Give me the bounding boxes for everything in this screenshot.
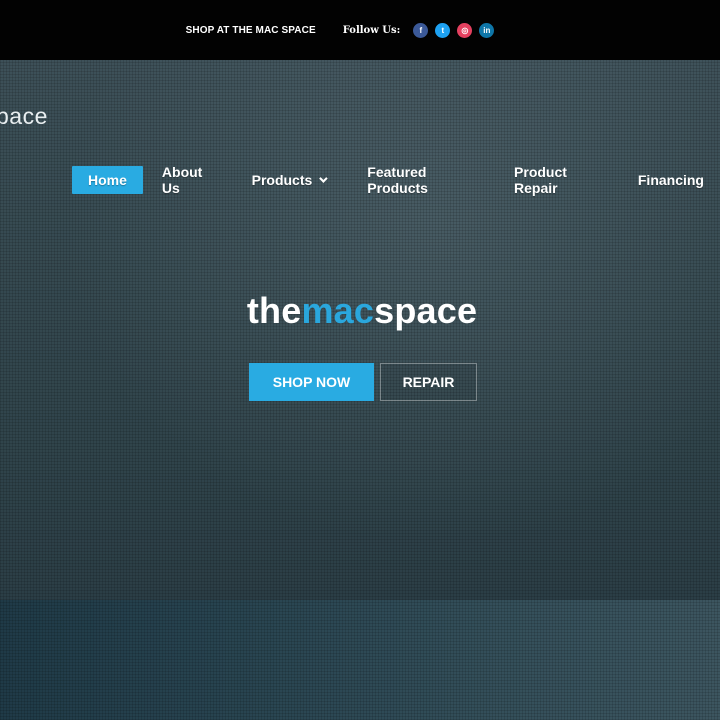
hero-buttons: SHOP NOW REPAIR [249,363,477,401]
hero-brand-title: themacspace [0,290,720,332]
repair-button[interactable]: REPAIR [380,363,477,401]
site-logo[interactable]: pace [0,103,48,130]
nav-product-repair[interactable]: Product Repair [498,164,620,196]
nav-about-us[interactable]: About Us [146,164,234,196]
linkedin-icon[interactable]: in [479,22,495,38]
facebook-icon[interactable]: f [413,22,429,38]
brand-part-the: the [246,290,302,331]
nav-products[interactable]: Products [236,166,342,194]
follow-label: Follow Us: [342,24,401,36]
twitter-icon[interactable]: t [435,22,451,38]
follow-us: Follow Us: f t ◎ in [342,22,495,38]
hero-bottom-band [0,600,720,720]
nav-financing[interactable]: Financing [622,166,720,194]
top-bar: SHOP AT THE MAC SPACE Follow Us: f t ◎ i… [0,0,720,60]
nav-products-label: Products [251,172,313,188]
nav-home[interactable]: Home [72,166,143,194]
brand-part-space: space [374,290,478,331]
main-nav: Home About Us Products Featured Products… [72,164,720,196]
nav-featured-products[interactable]: Featured Products [351,164,494,196]
shop-link[interactable]: SHOP AT THE MAC SPACE [186,25,316,36]
shop-now-button[interactable]: SHOP NOW [249,363,374,401]
chevron-down-icon [319,174,328,183]
brand-part-mac: mac [301,290,375,331]
instagram-icon[interactable]: ◎ [457,22,473,38]
